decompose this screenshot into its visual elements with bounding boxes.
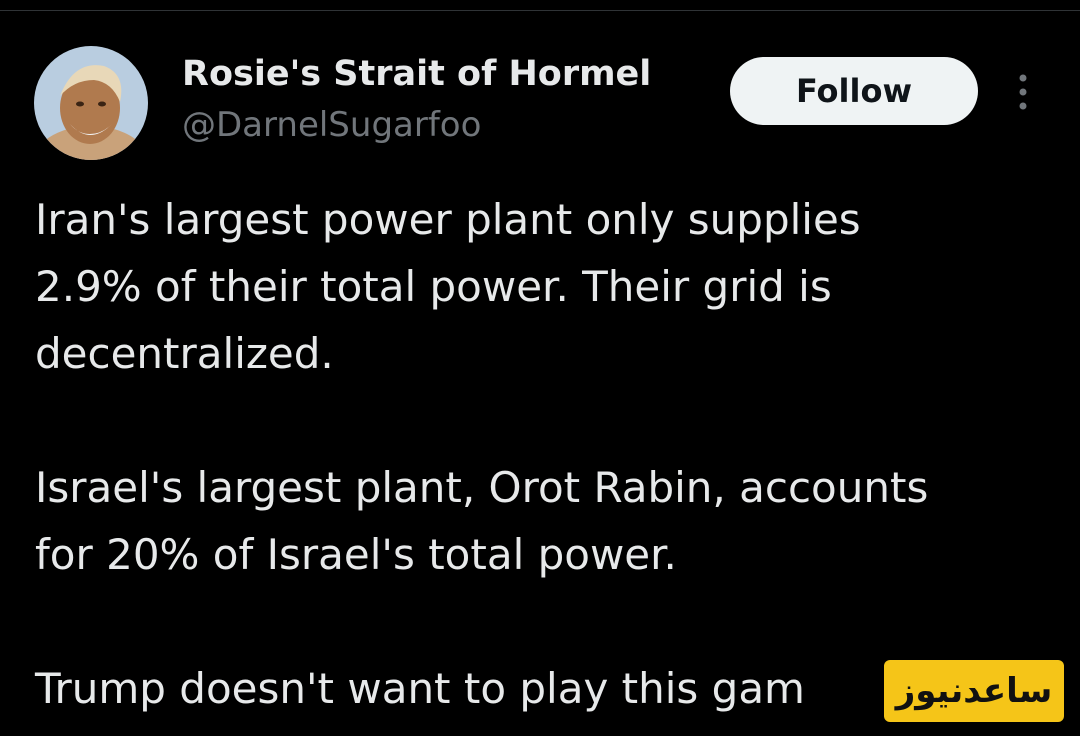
avatar[interactable] <box>34 46 148 160</box>
follow-button-label: Follow <box>795 72 913 110</box>
author-display-name[interactable]: Rosie's Strait of Hormel <box>182 52 651 96</box>
tweet-paragraph: Iran's largest power plant only supplies… <box>35 195 861 378</box>
more-vertical-icon[interactable] <box>1008 70 1038 114</box>
avatar-photo-icon <box>34 46 148 160</box>
tweet-paragraph: Israel's largest plant, Orot Rabin, acco… <box>35 463 929 579</box>
watermark-badge: ساعدنیوز <box>884 660 1064 722</box>
author-handle[interactable]: @DarnelSugarfoo <box>182 103 481 147</box>
header-divider <box>0 10 1080 11</box>
follow-button[interactable]: Follow <box>730 57 978 125</box>
watermark-text: ساعدنیوز <box>895 671 1053 711</box>
tweet-text: Iran's largest power plant only supplies… <box>35 186 1055 722</box>
